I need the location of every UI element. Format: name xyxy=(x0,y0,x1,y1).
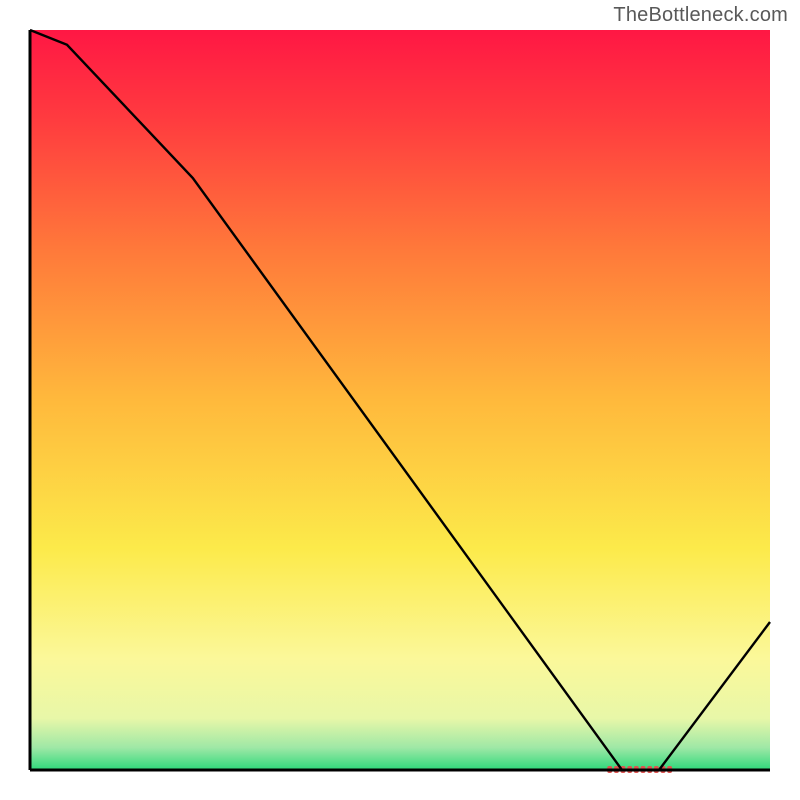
chart-svg xyxy=(0,0,800,800)
plot-background xyxy=(30,30,770,770)
watermark-text: TheBottleneck.com xyxy=(613,4,788,27)
bottleneck-chart: TheBottleneck.com xyxy=(0,0,800,800)
